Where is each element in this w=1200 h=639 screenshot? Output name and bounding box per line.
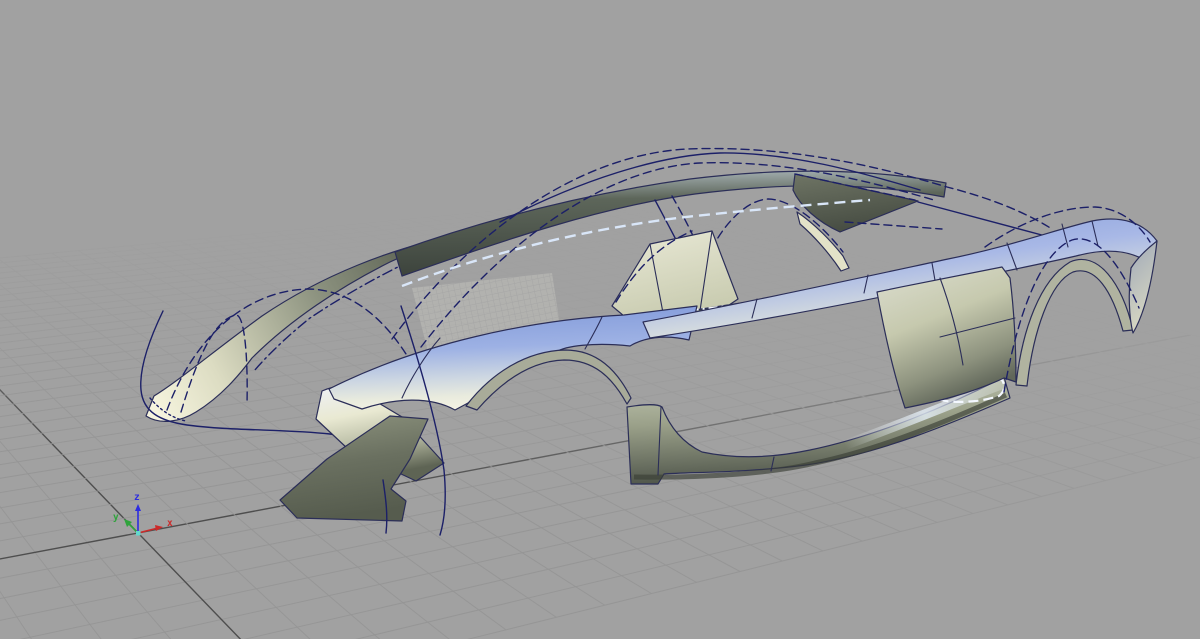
origin-marker [136, 531, 141, 536]
3d-viewport[interactable]: z y x [0, 0, 1200, 639]
z-axis-label: z [134, 492, 140, 503]
y-axis-label: y [113, 512, 119, 523]
x-axis-label: x [167, 518, 173, 529]
viewport-canvas: z y x [0, 0, 1200, 639]
